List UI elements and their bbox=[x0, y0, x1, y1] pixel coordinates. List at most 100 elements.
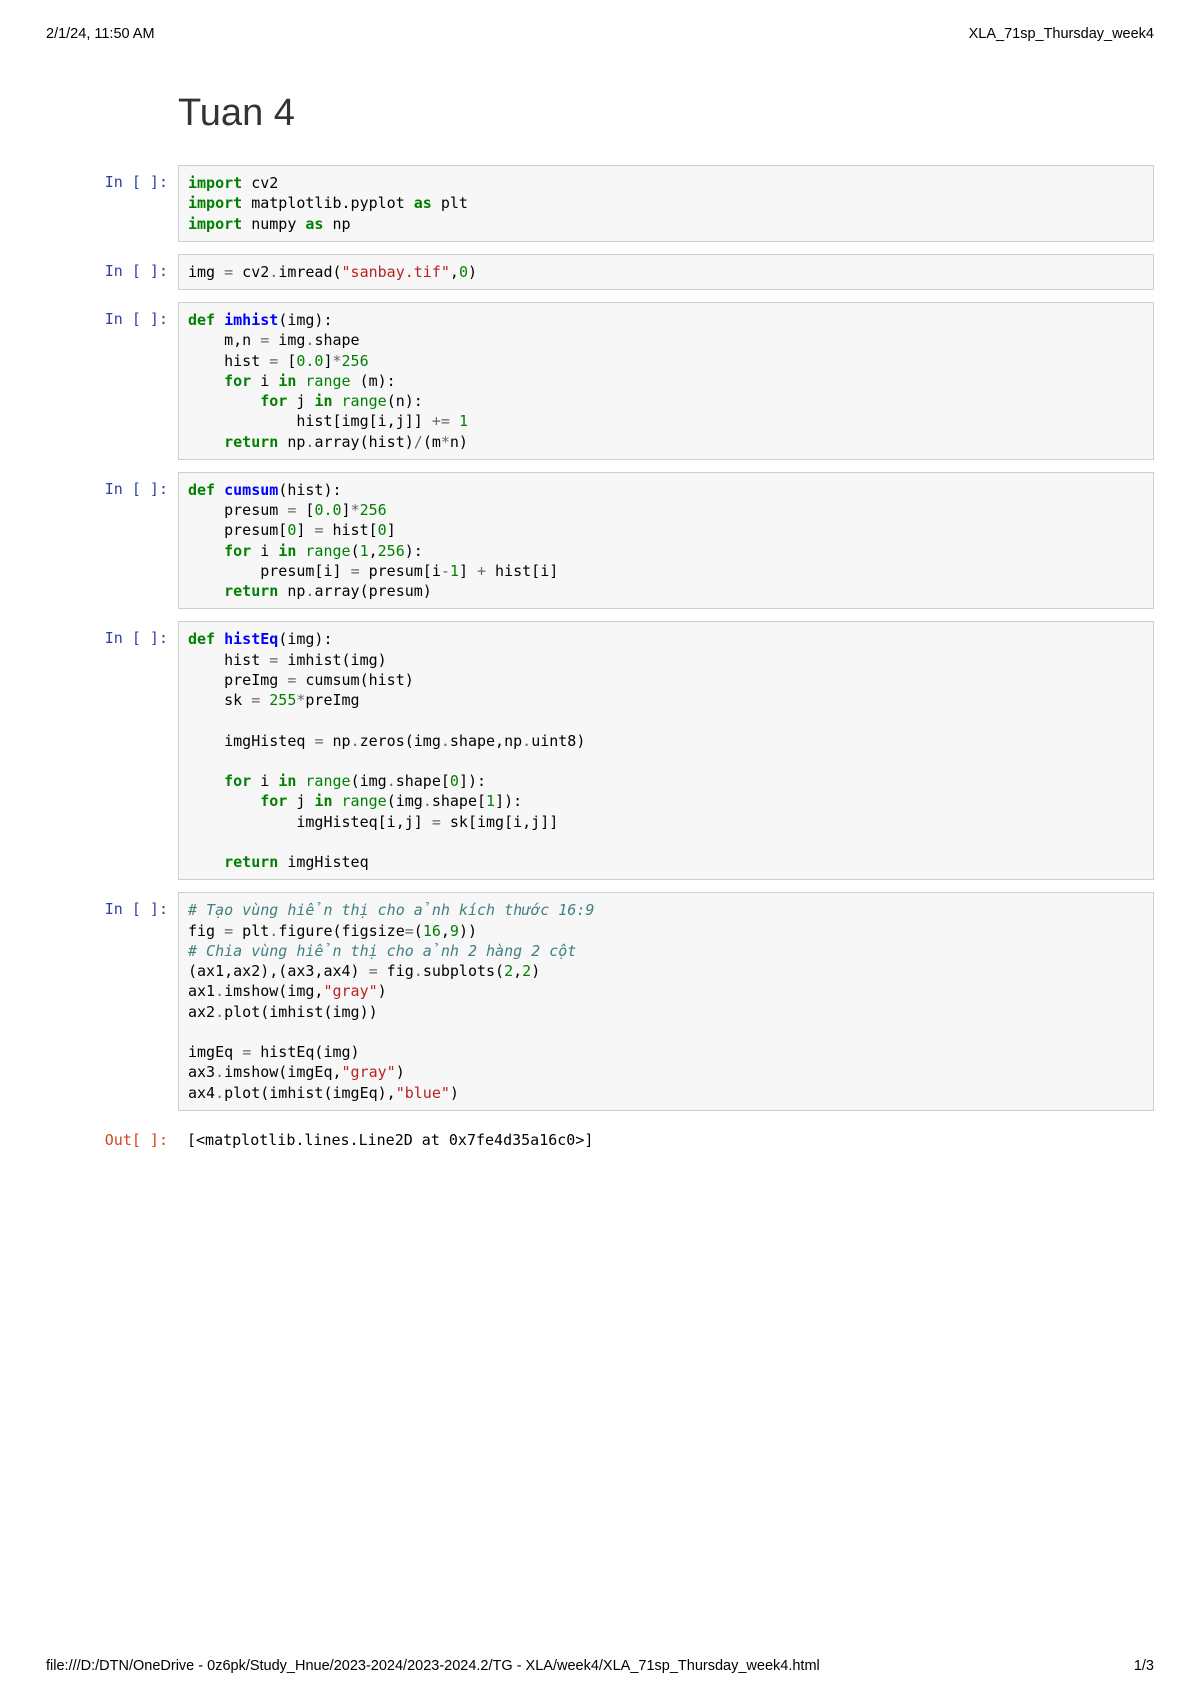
code-token: (img): bbox=[278, 311, 332, 329]
code-token: import bbox=[188, 194, 242, 212]
code-token: = bbox=[242, 1043, 251, 1061]
code-token: subplots( bbox=[423, 962, 504, 980]
code-token: presum[ bbox=[188, 521, 287, 539]
output-text: [<matplotlib.lines.Line2D at 0x7fe4d35a1… bbox=[178, 1123, 1154, 1157]
code-token: (hist): bbox=[278, 481, 341, 499]
code-token: 0 bbox=[378, 521, 387, 539]
code-token: ) bbox=[396, 1063, 405, 1081]
code-token bbox=[188, 392, 260, 410]
code-token: hist[img[i,j]] bbox=[188, 412, 432, 430]
code-token: np bbox=[323, 215, 350, 233]
code-token: return bbox=[224, 582, 278, 600]
code-token: = bbox=[251, 691, 260, 709]
code-token bbox=[333, 792, 342, 810]
code-token: imhist bbox=[224, 311, 278, 329]
code-token: numpy bbox=[242, 215, 305, 233]
code-token: for bbox=[224, 372, 251, 390]
code-token: shape[ bbox=[432, 792, 486, 810]
code-token: presum[i] bbox=[188, 562, 351, 580]
input-prompt: In [ ]: bbox=[46, 472, 178, 610]
cells-container: In [ ]:import cv2 import matplotlib.pypl… bbox=[0, 165, 1200, 1157]
code-token: sk[img[i,j]] bbox=[441, 813, 558, 831]
code-cell: In [ ]:# Tạo vùng hiển thị cho ảnh kích … bbox=[46, 892, 1154, 1111]
code-token: n) bbox=[450, 433, 468, 451]
code-token: # Tạo vùng hiển thị cho ảnh kích thước 1… bbox=[188, 901, 594, 919]
code-token: . bbox=[215, 1003, 224, 1021]
code-token: . bbox=[215, 982, 224, 1000]
code-token: (img bbox=[351, 772, 387, 790]
code-token bbox=[333, 392, 342, 410]
code-cell: In [ ]:def cumsum(hist): presum = [0.0]*… bbox=[46, 472, 1154, 610]
code-input: def histEq(img): hist = imhist(img) preI… bbox=[178, 621, 1154, 880]
code-token: 0 bbox=[450, 772, 459, 790]
code-token: return bbox=[224, 853, 278, 871]
code-token: ) bbox=[468, 263, 477, 281]
code-token: 1 bbox=[360, 542, 369, 560]
code-token: plt bbox=[432, 194, 468, 212]
code-token: in bbox=[278, 542, 296, 560]
code-token: . bbox=[441, 732, 450, 750]
code-token: . bbox=[522, 732, 531, 750]
code-token: fig bbox=[188, 922, 224, 940]
code-input: def cumsum(hist): presum = [0.0]*256 pre… bbox=[178, 472, 1154, 610]
code-token: def bbox=[188, 630, 215, 648]
code-token: 0.0 bbox=[296, 352, 323, 370]
code-token: ( bbox=[414, 922, 423, 940]
code-token: * bbox=[333, 352, 342, 370]
code-token: 256 bbox=[360, 501, 387, 519]
code-token: ] bbox=[387, 521, 396, 539]
code-token: np bbox=[323, 732, 350, 750]
code-input: img = cv2.imread("sanbay.tif",0) bbox=[178, 254, 1154, 290]
code-token: shape bbox=[314, 331, 359, 349]
code-token: figure(figsize bbox=[278, 922, 404, 940]
code-token: j bbox=[287, 792, 314, 810]
code-token: = bbox=[224, 922, 233, 940]
code-token: = bbox=[432, 813, 441, 831]
code-token: i bbox=[251, 542, 278, 560]
input-prompt: In [ ]: bbox=[46, 165, 178, 242]
code-token: ) bbox=[378, 982, 387, 1000]
code-token: . bbox=[215, 1063, 224, 1081]
code-token: , bbox=[441, 922, 450, 940]
code-token: import bbox=[188, 215, 242, 233]
input-prompt: In [ ]: bbox=[46, 302, 178, 460]
code-token: fig bbox=[378, 962, 414, 980]
code-token: 16 bbox=[423, 922, 441, 940]
code-token: i bbox=[251, 772, 278, 790]
code-token: = bbox=[260, 331, 269, 349]
code-token: ( bbox=[351, 542, 360, 560]
code-token: imshow(imgEq, bbox=[224, 1063, 341, 1081]
code-token: in bbox=[314, 792, 332, 810]
code-token: [ bbox=[296, 501, 314, 519]
print-header-right: XLA_71sp_Thursday_week4 bbox=[969, 26, 1154, 42]
code-token: hist bbox=[188, 651, 269, 669]
code-token: img bbox=[188, 263, 224, 281]
code-token: ax3 bbox=[188, 1063, 215, 1081]
code-token bbox=[188, 433, 224, 451]
code-token bbox=[215, 311, 224, 329]
code-token: "blue" bbox=[396, 1084, 450, 1102]
code-token: hist[i] bbox=[486, 562, 558, 580]
code-token: for bbox=[260, 392, 287, 410]
code-token: 1 bbox=[450, 562, 459, 580]
notebook-title: Tuan 4 bbox=[178, 92, 1200, 135]
code-token: range bbox=[305, 372, 350, 390]
code-token: 255 bbox=[269, 691, 296, 709]
code-token: (m bbox=[423, 433, 441, 451]
code-token: , bbox=[369, 542, 378, 560]
print-footer-right: 1/3 bbox=[1134, 1658, 1154, 1674]
code-token: # Chia vùng hiển thị cho ảnh 2 hàng 2 cộ… bbox=[188, 942, 576, 960]
code-token: = bbox=[224, 263, 233, 281]
code-token: cv2 bbox=[242, 174, 278, 192]
code-token bbox=[450, 412, 459, 430]
code-token: / bbox=[414, 433, 423, 451]
code-token: in bbox=[278, 772, 296, 790]
code-token: . bbox=[414, 962, 423, 980]
code-token: ]): bbox=[495, 792, 522, 810]
code-token: += bbox=[432, 412, 450, 430]
code-token: def bbox=[188, 311, 215, 329]
code-token: shape[ bbox=[396, 772, 450, 790]
code-token bbox=[188, 772, 224, 790]
code-token: hist bbox=[188, 352, 269, 370]
code-token: import bbox=[188, 174, 242, 192]
